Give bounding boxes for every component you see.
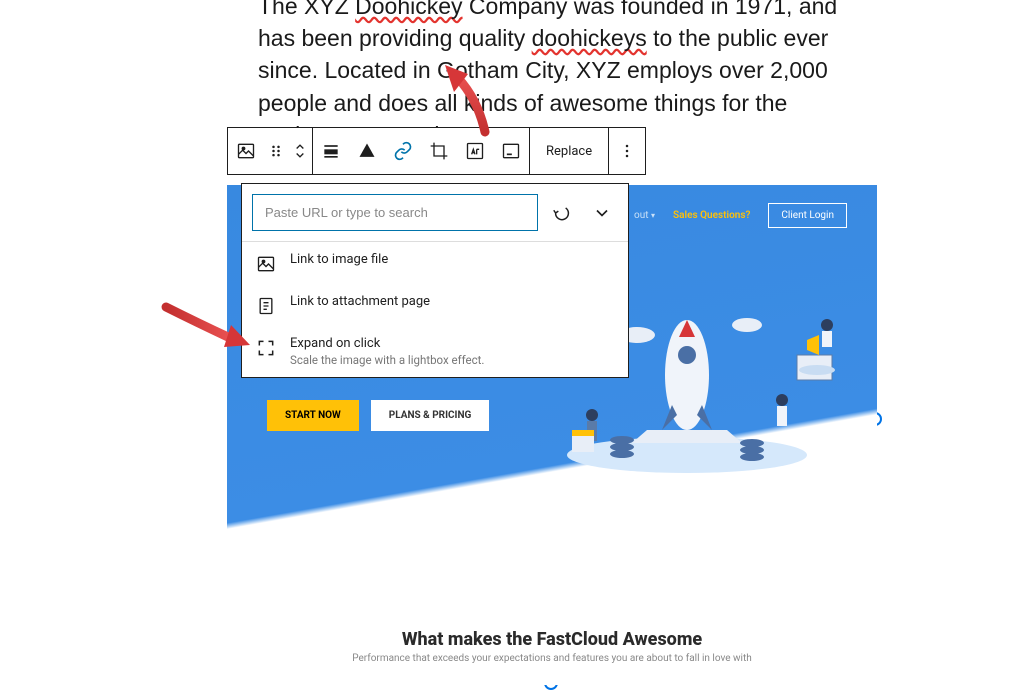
preview-nav-login: Client Login [768, 203, 847, 228]
annotation-arrow-top [430, 60, 500, 140]
image-block-icon[interactable] [228, 128, 264, 174]
annotation-arrow-left [158, 295, 258, 355]
preview-nav-about: out ▾ [634, 210, 655, 221]
preview-heading: What makes the FastCloud Awesome [227, 629, 877, 650]
submit-link-icon[interactable] [546, 197, 578, 229]
filter-icon[interactable] [349, 128, 385, 174]
move-icon[interactable] [288, 128, 312, 174]
page-icon [256, 296, 276, 316]
option-description: Scale the image with a lightbox effect. [290, 353, 484, 367]
align-icon[interactable] [313, 128, 349, 174]
preview-plans-button: PLANS & PRICING [371, 400, 490, 431]
expand-on-click-option[interactable]: Expand on click Scale the image with a l… [242, 326, 628, 377]
preview-subheading: Performance that exceeds your expectatio… [227, 653, 877, 664]
link-to-image-file-option[interactable]: Link to image file [242, 242, 628, 284]
preview-cta-row: START NOW PLANS & PRICING [267, 400, 489, 431]
preview-nav-sales: Sales Questions? [673, 210, 750, 221]
option-label: Link to image file [290, 252, 388, 267]
preview-start-now-button: START NOW [267, 400, 359, 431]
link-url-input[interactable] [252, 194, 538, 231]
fullscreen-icon [256, 338, 276, 358]
option-label: Expand on click [290, 336, 484, 351]
image-icon [256, 254, 276, 274]
preview-nav: out ▾ Sales Questions? Client Login [634, 203, 847, 228]
link-popover: Link to image file Link to attachment pa… [241, 183, 629, 378]
drag-handle-icon[interactable] [264, 128, 288, 174]
link-options-chevron-icon[interactable] [586, 197, 618, 229]
replace-button[interactable]: Replace [530, 128, 608, 174]
link-icon[interactable] [385, 128, 421, 174]
more-options-icon[interactable] [609, 128, 645, 174]
option-label: Link to attachment page [290, 294, 430, 309]
link-to-attachment-option[interactable]: Link to attachment page [242, 284, 628, 326]
link-search-row [242, 184, 628, 242]
